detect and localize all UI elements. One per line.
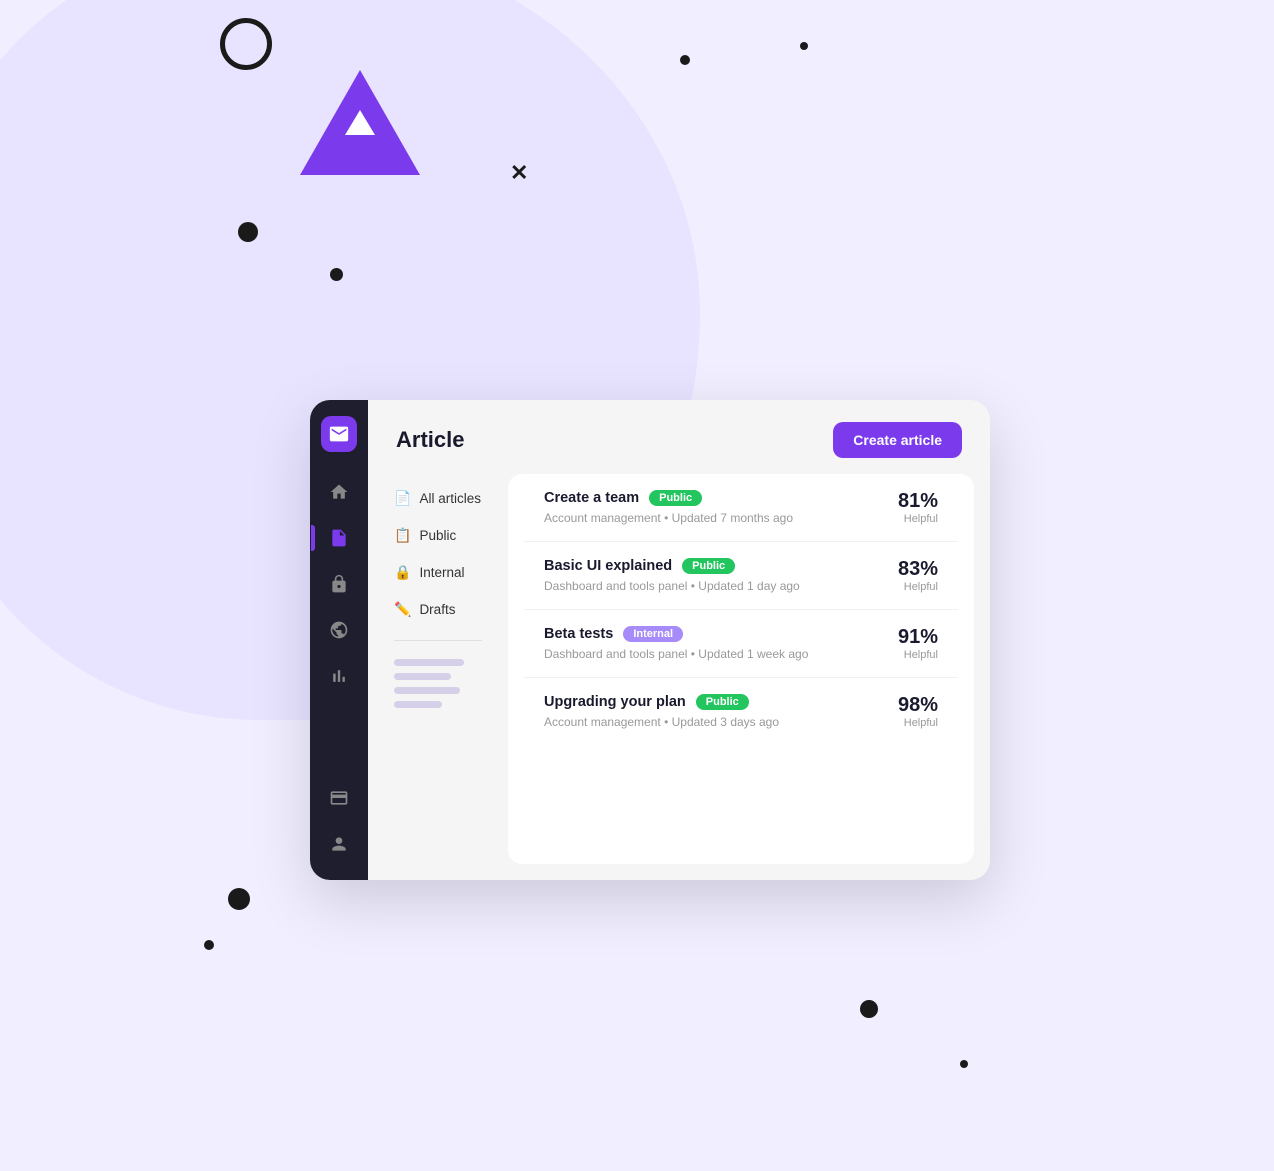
article-left: Beta tests Internal Dashboard and tools … xyxy=(544,626,808,661)
article-badge: Public xyxy=(696,694,749,710)
nav-placeholder-line xyxy=(394,659,464,666)
nav-item-public[interactable]: 📋 Public xyxy=(384,519,492,552)
helpful-label: Helpful xyxy=(898,717,938,729)
article-title-row: Beta tests Internal xyxy=(544,626,808,642)
article-title: Beta tests xyxy=(544,626,613,642)
article-title-row: Basic UI explained Public xyxy=(544,558,800,574)
sidebar-item-user[interactable] xyxy=(319,824,359,864)
content-area: 📄 All articles 📋 Public 🔒 Internal ✏️ Drafts Cr… xyxy=(368,474,990,880)
app-window: Article Create article 📄 All articles 📋 Pub… xyxy=(310,400,990,880)
nav-item-all-articles[interactable]: 📄 All articles xyxy=(384,482,492,515)
nav-item-label: Internal xyxy=(419,565,464,580)
nav-item-label: Drafts xyxy=(419,602,455,617)
article-title: Upgrading your plan xyxy=(544,694,686,710)
left-nav: 📄 All articles 📋 Public 🔒 Internal ✏️ Drafts xyxy=(368,474,508,880)
deco-circle-bottom-right xyxy=(860,1000,878,1018)
nav-item-drafts[interactable]: ✏️ Drafts xyxy=(384,593,492,626)
article-left: Basic UI explained Public Dashboard and … xyxy=(544,558,800,593)
sidebar-item-chart[interactable] xyxy=(319,656,359,696)
article-badge: Internal xyxy=(623,626,683,642)
article-title-row: Upgrading your plan Public xyxy=(544,694,779,710)
article-meta: Account management • Updated 7 months ag… xyxy=(544,511,793,525)
nav-icon: ✏️ xyxy=(394,601,411,618)
article-badge: Public xyxy=(682,558,735,574)
deco-dot-bottom-right2 xyxy=(960,1060,968,1068)
nav-icon: 📄 xyxy=(394,490,411,507)
helpful-label: Helpful xyxy=(898,649,938,661)
article-right: 81% Helpful xyxy=(898,490,938,525)
deco-dot-bottom-left2 xyxy=(204,940,214,950)
article-right: 91% Helpful xyxy=(898,626,938,661)
deco-x-mark: ✕ xyxy=(510,162,528,184)
nav-icon: 🔒 xyxy=(394,564,411,581)
helpful-label: Helpful xyxy=(898,581,938,593)
article-title-row: Create a team Public xyxy=(544,490,793,506)
nav-item-internal[interactable]: 🔒 Internal xyxy=(384,556,492,589)
app-logo xyxy=(290,60,430,190)
nav-divider xyxy=(394,640,482,641)
deco-dot-top-right xyxy=(680,55,690,65)
helpful-percent: 91% xyxy=(898,626,938,649)
nav-placeholder-line xyxy=(394,673,451,680)
nav-placeholder-line xyxy=(394,687,460,694)
deco-dot-bottom-left xyxy=(228,888,250,910)
sidebar-item-card[interactable] xyxy=(319,778,359,818)
deco-dot-mid xyxy=(330,268,343,281)
article-meta: Dashboard and tools panel • Updated 1 we… xyxy=(544,647,808,661)
sidebar-item-internal[interactable] xyxy=(319,564,359,604)
articles-list: Create a team Public Account management … xyxy=(508,474,974,864)
page-title: Article xyxy=(396,427,464,453)
article-meta: Account management • Updated 3 days ago xyxy=(544,715,779,729)
article-left: Create a team Public Account management … xyxy=(544,490,793,525)
helpful-percent: 83% xyxy=(898,558,938,581)
sidebar xyxy=(310,400,368,880)
article-right: 83% Helpful xyxy=(898,558,938,593)
sidebar-item-home[interactable] xyxy=(319,472,359,512)
nav-lines xyxy=(384,659,492,708)
header: Article Create article xyxy=(368,400,990,474)
nav-icon: 📋 xyxy=(394,527,411,544)
article-item[interactable]: Create a team Public Account management … xyxy=(524,474,958,542)
deco-circle-small-left xyxy=(238,222,258,242)
article-badge: Public xyxy=(649,490,702,506)
article-item[interactable]: Basic UI explained Public Dashboard and … xyxy=(524,542,958,610)
article-item[interactable]: Beta tests Internal Dashboard and tools … xyxy=(524,610,958,678)
article-title: Basic UI explained xyxy=(544,558,672,574)
article-title: Create a team xyxy=(544,490,639,506)
sidebar-item-globe[interactable] xyxy=(319,610,359,650)
article-item[interactable]: Upgrading your plan Public Account manag… xyxy=(524,678,958,745)
main-content: Article Create article 📄 All articles 📋 Pub… xyxy=(368,400,990,880)
helpful-label: Helpful xyxy=(898,513,938,525)
deco-dot-top-far xyxy=(800,42,808,50)
deco-circle-outline xyxy=(220,18,272,70)
helpful-percent: 81% xyxy=(898,490,938,513)
create-article-button[interactable]: Create article xyxy=(833,422,962,458)
article-meta: Dashboard and tools panel • Updated 1 da… xyxy=(544,579,800,593)
article-left: Upgrading your plan Public Account manag… xyxy=(544,694,779,729)
helpful-percent: 98% xyxy=(898,694,938,717)
sidebar-logo[interactable] xyxy=(321,416,357,452)
nav-item-label: All articles xyxy=(419,491,481,506)
sidebar-item-article[interactable] xyxy=(319,518,359,558)
article-right: 98% Helpful xyxy=(898,694,938,729)
nav-placeholder-line xyxy=(394,701,442,708)
nav-item-label: Public xyxy=(419,528,456,543)
